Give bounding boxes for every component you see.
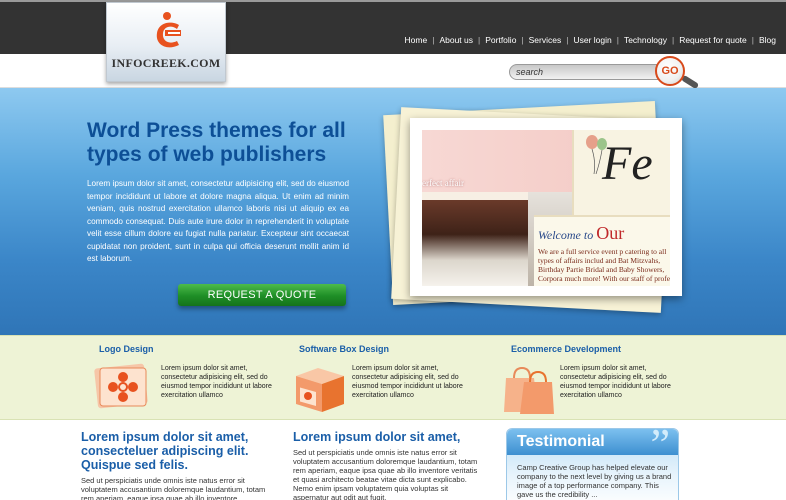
logo-text: INFOCREEK.COM: [111, 56, 221, 70]
hero-banner: Word Press themes for all types of web p…: [0, 88, 786, 335]
hero-description: Lorem ipsum dolor sit amet, consectetur …: [87, 179, 349, 263]
column-2-text: Sed ut perspiciatis unde omnis iste natu…: [293, 448, 478, 500]
nav-home[interactable]: Home: [401, 35, 432, 45]
content-area: Lorem ipsum dolor sit amet, consecteluer…: [0, 420, 786, 500]
service-logo-design: Logo Design Lorem ipsum dolor sit amet, …: [88, 336, 288, 421]
photo-welcome-paragraph: We are a full service event p catering t…: [538, 247, 670, 283]
site-logo[interactable]: INFOCREEK.COM: [106, 2, 226, 82]
hero-title: Word Press themes for all types of web p…: [87, 119, 346, 166]
service-description: Lorem ipsum dolor sit amet, consectetur …: [161, 365, 272, 399]
featured-photo-image: Fe erfect affair Welcome to Our We are a…: [422, 130, 670, 286]
photo-welcome-big: Our: [596, 223, 625, 243]
nav-user-login[interactable]: User login: [569, 35, 615, 45]
software-box-icon: [296, 368, 344, 412]
services-band: Logo Design Lorem ipsum dolor sit amet, …: [0, 335, 786, 420]
shopping-bags-icon: [504, 366, 554, 414]
logo-design-icon: [94, 363, 148, 409]
testimonial-box: Testimonial ” Camp Creative Group has he…: [506, 423, 679, 500]
nav-about-us[interactable]: About us: [435, 35, 477, 45]
nav-request-quote[interactable]: Request for quote: [675, 35, 751, 45]
column-1-title: Lorem ipsum dolor sit amet, consecteluer…: [81, 430, 249, 472]
photo-welcome-card: Welcome to Our We are a full service eve…: [534, 215, 670, 286]
logo-mark-icon: [156, 12, 181, 48]
service-title[interactable]: Logo Design: [99, 344, 154, 354]
search-input[interactable]: [509, 64, 669, 80]
photo-welcome-text: Welcome to: [538, 228, 594, 242]
photo-caption: erfect affair: [422, 178, 465, 188]
nav-services[interactable]: Services: [525, 35, 566, 45]
column-2-title: Lorem ipsum dolor sit amet,: [293, 430, 461, 444]
main-nav: Home | About us | Portfolio | Services |…: [401, 35, 780, 45]
search-go-button[interactable]: GO: [655, 56, 685, 86]
service-ecommerce: Ecommerce Development Lorem ipsum dolor …: [500, 336, 700, 421]
column-1-text: Sed ut perspiciatis unde omnis iste natu…: [81, 476, 266, 500]
service-description: Lorem ipsum dolor sit amet, consectetur …: [352, 365, 463, 399]
service-software-box: Software Box Design Lorem ipsum dolor si…: [288, 336, 498, 421]
request-quote-button[interactable]: REQUEST A QUOTE: [178, 284, 346, 306]
testimonial-header: Testimonial ”: [507, 423, 678, 467]
service-title[interactable]: Software Box Design: [299, 344, 389, 354]
testimonial-title: Testimonial: [517, 433, 605, 450]
testimonial-text: Camp Creative Group has helped elevate o…: [517, 463, 672, 499]
service-title[interactable]: Ecommerce Development: [511, 344, 621, 354]
balloon-icon: [586, 135, 607, 174]
featured-photo: Fe erfect affair Welcome to Our We are a…: [410, 118, 682, 296]
service-description: Lorem ipsum dolor sit amet, consectetur …: [560, 365, 671, 399]
nav-technology[interactable]: Technology: [620, 35, 671, 45]
photo-dining-table: [422, 200, 528, 286]
quote-mark-icon: ”: [650, 420, 670, 469]
nav-portfolio[interactable]: Portfolio: [481, 35, 520, 45]
nav-blog[interactable]: Blog: [755, 35, 780, 45]
search-box: GO: [509, 56, 700, 90]
